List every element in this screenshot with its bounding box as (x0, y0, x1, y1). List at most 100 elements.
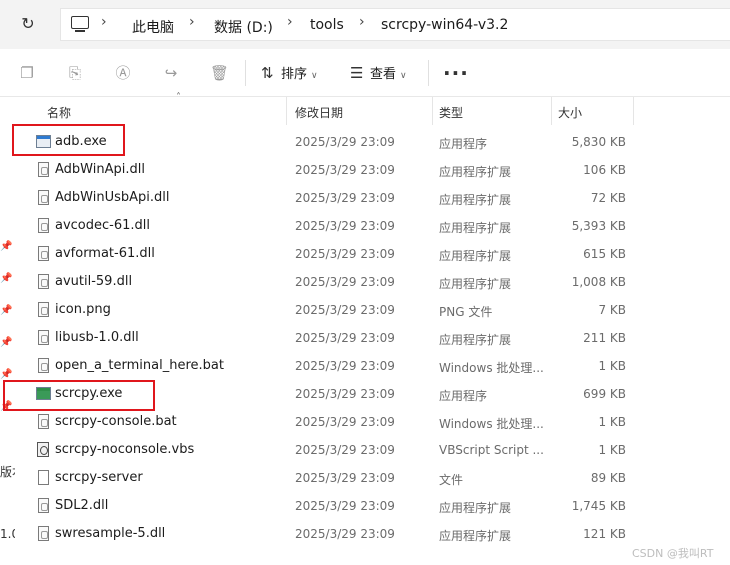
file-row[interactable]: avutil-59.dll 2025/3/29 23:09 应用程序扩展 1,0… (16, 268, 730, 296)
rename-icon[interactable]: Ⓐ (114, 64, 132, 82)
file-type: 应用程序扩展 (439, 221, 512, 235)
file-name: avutil-59.dll (55, 274, 133, 289)
breadcrumb-this-pc[interactable]: 此电脑 (132, 17, 174, 37)
file-type: 应用程序扩展 (439, 165, 512, 179)
pin-icon[interactable]: 📌 (0, 305, 12, 316)
chevron-right-icon[interactable]: › (189, 14, 195, 30)
breadcrumb-drive-d[interactable]: 数据 (D:) (214, 17, 273, 37)
dll-icon (38, 274, 49, 289)
file-type: 应用程序扩展 (439, 529, 512, 543)
chevron-right-icon[interactable]: › (287, 14, 293, 30)
breadcrumb-current-folder[interactable]: scrcpy-win64-v3.2 (381, 17, 508, 33)
file-name: SDL2.dll (55, 498, 109, 513)
column-divider[interactable] (432, 97, 433, 125)
column-type[interactable]: 类型 (439, 104, 463, 121)
file-size: 1 KB (598, 443, 626, 457)
file-row[interactable]: swresample-5.dll 2025/3/29 23:09 应用程序扩展 … (16, 520, 730, 548)
file-size: 7 KB (598, 303, 626, 317)
refresh-icon[interactable]: ↻ (17, 13, 39, 35)
paste-icon[interactable]: ⎘ (66, 64, 84, 82)
file-size: 121 KB (583, 527, 626, 541)
share-icon[interactable]: ↪ (162, 64, 180, 82)
file-name: AdbWinUsbApi.dll (55, 190, 170, 205)
file-size: 699 KB (583, 387, 626, 401)
file-name: open_a_terminal_here.bat (55, 358, 224, 373)
file-type: 应用程序扩展 (439, 249, 512, 263)
delete-icon[interactable]: 🗑 (210, 64, 229, 82)
file-icon (38, 470, 49, 485)
file-size: 1 KB (598, 359, 626, 373)
file-row[interactable]: open_a_terminal_here.bat 2025/3/29 23:09… (16, 352, 730, 380)
sort-ascending-icon: ˄ (176, 92, 181, 103)
file-size: 1,745 KB (571, 499, 626, 513)
file-type: 应用程序扩展 (439, 193, 512, 207)
file-name: libusb-1.0.dll (55, 330, 139, 345)
file-date: 2025/3/29 23:09 (295, 191, 395, 205)
column-divider[interactable] (551, 97, 552, 125)
file-type: VBScript Script ... (439, 443, 544, 457)
column-divider[interactable] (286, 97, 287, 125)
file-row[interactable]: avcodec-61.dll 2025/3/29 23:09 应用程序扩展 5,… (16, 212, 730, 240)
file-name: AdbWinApi.dll (55, 162, 145, 177)
file-date: 2025/3/29 23:09 (295, 331, 395, 345)
file-row[interactable]: scrcpy-console.bat 2025/3/29 23:09 Windo… (16, 408, 730, 436)
pin-icon[interactable]: 📌 (0, 273, 12, 284)
bat-icon (38, 414, 49, 429)
file-size: 5,393 KB (571, 219, 626, 233)
vbs-icon (37, 442, 49, 457)
navigation-pane: 📌 📌 📌 📌 📌 📌 版本 1.0 (0, 97, 16, 565)
nav-item-label[interactable]: 1.0 (0, 527, 15, 541)
watermark: CSDN @我叫RT (632, 547, 714, 560)
file-row[interactable]: libusb-1.0.dll 2025/3/29 23:09 应用程序扩展 21… (16, 324, 730, 352)
pin-icon[interactable]: 📌 (0, 337, 12, 348)
pin-icon[interactable]: 📌 (0, 241, 12, 252)
dll-icon (38, 498, 49, 513)
file-row[interactable]: AdbWinApi.dll 2025/3/29 23:09 应用程序扩展 106… (16, 156, 730, 184)
file-date: 2025/3/29 23:09 (295, 387, 395, 401)
file-size: 615 KB (583, 247, 626, 261)
file-size: 106 KB (583, 163, 626, 177)
column-size[interactable]: 大小 (558, 104, 582, 121)
file-type: Windows 批处理... (439, 361, 544, 375)
file-row[interactable]: scrcpy-noconsole.vbs 2025/3/29 23:09 VBS… (16, 436, 730, 464)
chevron-down-icon: ∨ (400, 71, 407, 81)
toolbar-divider (428, 60, 429, 86)
sort-label: 排序 (281, 67, 308, 82)
pin-icon[interactable]: 📌 (0, 369, 12, 380)
file-date: 2025/3/29 23:09 (295, 359, 395, 373)
file-name: swresample-5.dll (55, 526, 166, 541)
file-date: 2025/3/29 23:09 (295, 415, 395, 429)
file-row[interactable]: scrcpy-server 2025/3/29 23:09 文件 89 KB (16, 464, 730, 492)
image-icon (38, 302, 49, 317)
computer-icon[interactable] (71, 16, 89, 32)
breadcrumb-tools[interactable]: tools (310, 17, 344, 33)
chevron-right-icon[interactable]: › (101, 14, 107, 30)
copy-icon[interactable]: ❐ (18, 64, 36, 82)
file-type: 文件 (439, 473, 464, 487)
chevron-right-icon[interactable]: › (359, 14, 365, 30)
file-type: Windows 批处理... (439, 417, 544, 431)
sort-button[interactable]: ⇅ 排序 ∨ (261, 61, 318, 85)
file-row[interactable]: avformat-61.dll 2025/3/29 23:09 应用程序扩展 6… (16, 240, 730, 268)
file-type: 应用程序扩展 (439, 501, 512, 515)
column-name[interactable]: 名称 (47, 104, 71, 121)
file-row[interactable]: icon.png 2025/3/29 23:09 PNG 文件 7 KB (16, 296, 730, 324)
bat-icon (38, 358, 49, 373)
breadcrumb[interactable]: › 此电脑 › 数据 (D:) › tools › scrcpy-win64-v… (60, 8, 730, 41)
nav-item-label[interactable]: 版本 (0, 463, 15, 480)
view-button[interactable]: ☰ 查看 ∨ (350, 61, 407, 85)
file-type: 应用程序 (439, 137, 488, 151)
highlight-box-scrcpy (3, 380, 155, 411)
file-type: 应用程序扩展 (439, 333, 512, 347)
more-options-button[interactable]: ··· (443, 61, 469, 85)
file-date: 2025/3/29 23:09 (295, 303, 395, 317)
file-size: 72 KB (590, 191, 626, 205)
sort-icon: ⇅ (261, 64, 274, 82)
column-date[interactable]: 修改日期 (295, 104, 343, 121)
file-name: scrcpy-server (55, 470, 143, 485)
column-divider[interactable] (633, 97, 634, 125)
view-icon: ☰ (350, 64, 364, 82)
file-row[interactable]: AdbWinUsbApi.dll 2025/3/29 23:09 应用程序扩展 … (16, 184, 730, 212)
file-date: 2025/3/29 23:09 (295, 219, 395, 233)
file-row[interactable]: SDL2.dll 2025/3/29 23:09 应用程序扩展 1,745 KB (16, 492, 730, 520)
